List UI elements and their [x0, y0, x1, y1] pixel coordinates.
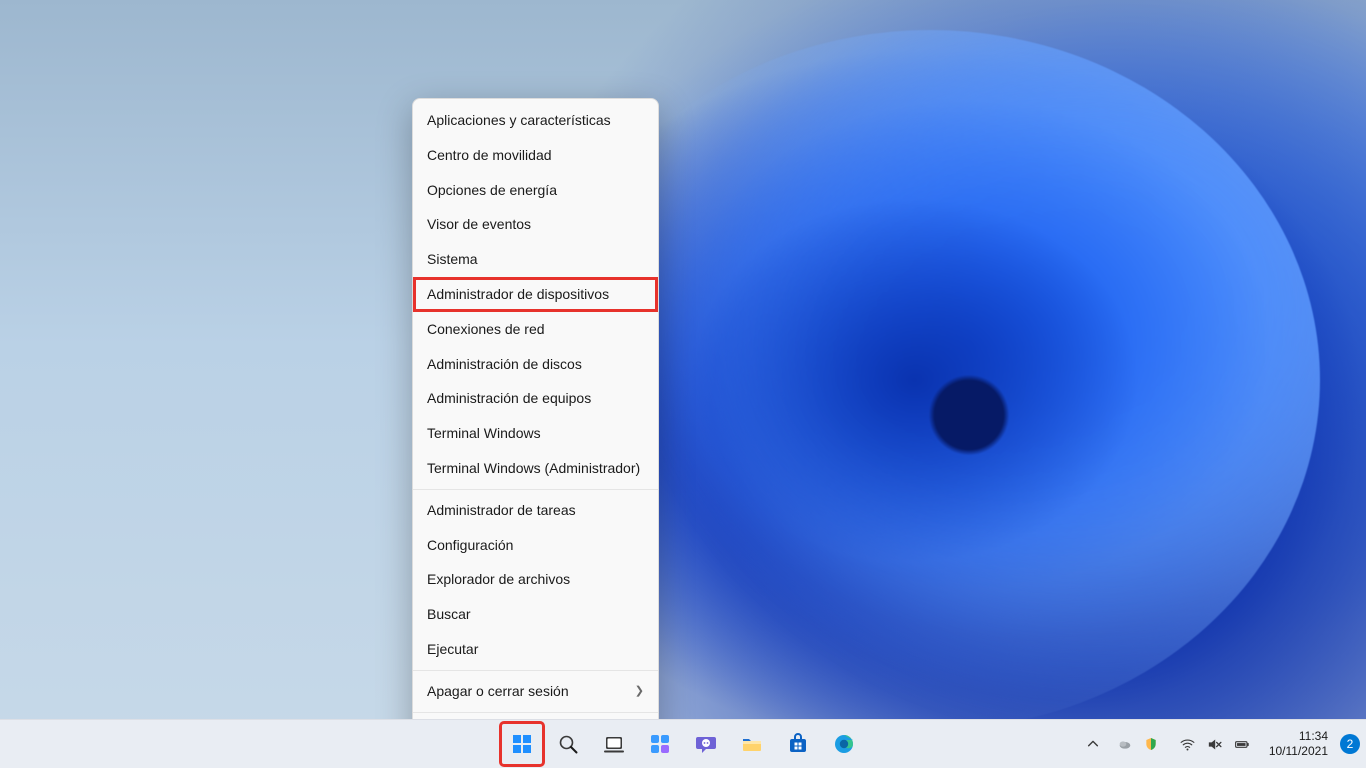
menu-item[interactable]: Terminal Windows — [413, 416, 658, 451]
task-view-icon — [602, 732, 626, 756]
menu-item-label: Administración de equipos — [427, 390, 591, 407]
search-icon — [556, 732, 580, 756]
menu-item-label: Administrador de dispositivos — [427, 286, 609, 303]
store-icon — [786, 732, 810, 756]
menu-item[interactable]: Ejecutar — [413, 632, 658, 667]
search-button[interactable] — [548, 724, 588, 764]
chat-icon — [694, 732, 718, 756]
menu-item-label: Buscar — [427, 606, 471, 623]
volume-mute-icon — [1206, 736, 1223, 753]
windows-logo-icon — [510, 732, 534, 756]
menu-item-label: Administrador de tareas — [427, 502, 576, 519]
menu-item-label: Sistema — [427, 251, 478, 268]
menu-item[interactable]: Centro de movilidad — [413, 138, 658, 173]
folder-icon — [740, 732, 764, 756]
taskbar: 11:34 10/11/2021 2 — [0, 719, 1366, 768]
menu-item-label: Aplicaciones y características — [427, 112, 611, 129]
menu-item-label: Centro de movilidad — [427, 147, 552, 164]
menu-separator — [413, 489, 658, 490]
menu-item-label: Apagar o cerrar sesión — [427, 683, 569, 700]
menu-item-label: Conexiones de red — [427, 321, 545, 338]
widgets-icon — [648, 732, 672, 756]
menu-separator — [413, 670, 658, 671]
menu-item[interactable]: Sistema — [413, 242, 658, 277]
menu-item[interactable]: Conexiones de red — [413, 312, 658, 347]
menu-item[interactable]: Administración de equipos — [413, 381, 658, 416]
onedrive-icon — [1117, 736, 1133, 752]
wifi-icon — [1179, 736, 1196, 753]
menu-item-label: Configuración — [427, 537, 513, 554]
menu-item-label: Opciones de energía — [427, 182, 557, 199]
menu-item-label: Ejecutar — [427, 641, 478, 658]
menu-item[interactable]: Terminal Windows (Administrador) — [413, 451, 658, 486]
menu-item-label: Administración de discos — [427, 356, 582, 373]
taskbar-center-group — [502, 720, 864, 768]
edge-icon — [832, 732, 856, 756]
menu-separator — [413, 712, 658, 713]
menu-item[interactable]: Administrador de tareas — [413, 493, 658, 528]
tray-network-group[interactable] — [1171, 732, 1259, 757]
file-explorer-button[interactable] — [732, 724, 772, 764]
menu-item[interactable]: Apagar o cerrar sesión ❯ — [413, 674, 658, 709]
notification-count-badge[interactable]: 2 — [1340, 734, 1360, 754]
menu-item-label: Visor de eventos — [427, 216, 531, 233]
menu-item-label: Explorador de archivos — [427, 571, 570, 588]
windows-security-icon — [1143, 736, 1159, 752]
winx-context-menu: Aplicaciones y características Centro de… — [412, 98, 659, 755]
menu-item[interactable]: Aplicaciones y características — [413, 103, 658, 138]
system-tray: 11:34 10/11/2021 2 — [1081, 720, 1360, 768]
tray-status-group[interactable] — [1109, 732, 1167, 756]
show-hidden-icons-button[interactable] — [1081, 724, 1105, 764]
menu-item[interactable]: Visor de eventos — [413, 207, 658, 242]
menu-item-label: Terminal Windows — [427, 425, 541, 442]
start-button[interactable] — [502, 724, 542, 764]
menu-item[interactable]: Administración de discos — [413, 347, 658, 382]
widgets-button[interactable] — [640, 724, 680, 764]
menu-item[interactable]: Administrador de dispositivos — [413, 277, 658, 312]
chevron-up-icon — [1086, 737, 1100, 751]
menu-item[interactable]: Explorador de archivos — [413, 562, 658, 597]
battery-icon — [1233, 736, 1251, 753]
desktop-wallpaper[interactable] — [0, 0, 1366, 768]
chat-button[interactable] — [686, 724, 726, 764]
menu-item-label: Terminal Windows (Administrador) — [427, 460, 640, 477]
microsoft-store-button[interactable] — [778, 724, 818, 764]
edge-button[interactable] — [824, 724, 864, 764]
clock-date: 10/11/2021 — [1269, 744, 1328, 759]
menu-item[interactable]: Configuración — [413, 528, 658, 563]
task-view-button[interactable] — [594, 724, 634, 764]
chevron-right-icon: ❯ — [635, 685, 644, 698]
taskbar-clock[interactable]: 11:34 10/11/2021 — [1263, 727, 1334, 761]
menu-item[interactable]: Buscar — [413, 597, 658, 632]
menu-item[interactable]: Opciones de energía — [413, 173, 658, 208]
clock-time: 11:34 — [1269, 729, 1328, 744]
